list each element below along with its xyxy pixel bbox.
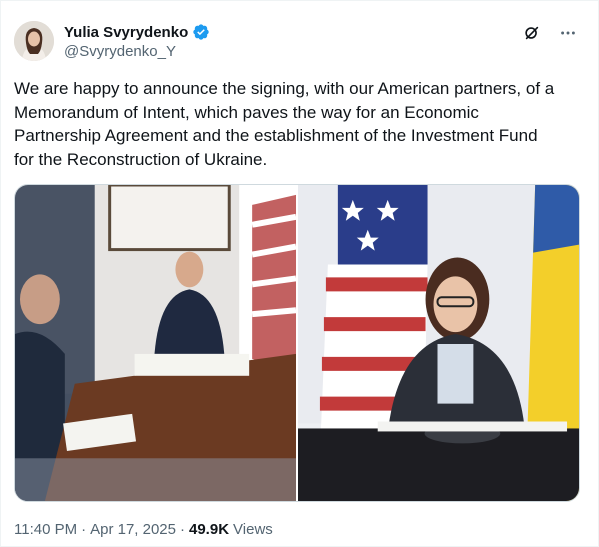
avatar[interactable] bbox=[14, 21, 54, 61]
tweet-text: We are happy to announce the signing, wi… bbox=[14, 79, 555, 169]
views-count: 49.9K bbox=[189, 521, 230, 538]
verified-badge-icon bbox=[192, 23, 210, 41]
photo-video-call-signing-icon[interactable] bbox=[15, 185, 296, 501]
meta-separator: · bbox=[81, 521, 87, 538]
media-grid bbox=[14, 184, 580, 502]
views-label: Views bbox=[233, 521, 273, 538]
profile-photo-icon bbox=[14, 21, 54, 61]
more-icon[interactable] bbox=[558, 23, 578, 43]
tweet-time[interactable]: 11:40 PM bbox=[14, 521, 77, 538]
tweet-date[interactable]: Apr 17, 2025 bbox=[90, 521, 176, 538]
meta-separator: · bbox=[180, 521, 185, 538]
tweet-meta: 11:40 PM · Apr 17, 2025 · 49.9K Views bbox=[14, 521, 273, 538]
top-actions bbox=[522, 23, 578, 43]
author-handle[interactable]: @Svyrydenko_Y bbox=[64, 43, 176, 60]
display-name[interactable]: Yulia Svyrydenko bbox=[64, 24, 188, 41]
tweet-card: Yulia Svyrydenko @Svyrydenko_Y We are ha… bbox=[0, 0, 599, 547]
photo-minister-signing-icon[interactable] bbox=[298, 185, 579, 501]
grok-icon[interactable] bbox=[522, 23, 542, 43]
author-name-row[interactable]: Yulia Svyrydenko bbox=[64, 23, 210, 41]
